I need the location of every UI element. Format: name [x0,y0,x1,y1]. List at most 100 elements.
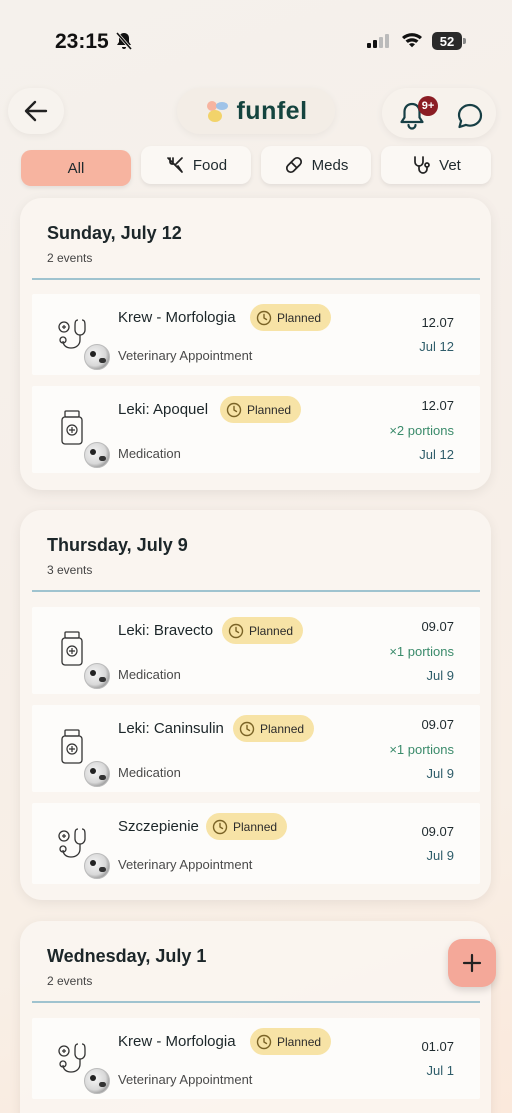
filter-chip-label: Food [192,156,228,174]
event-date: 12.07 [421,398,454,413]
notification-badge: 9+ [418,96,438,116]
event-row[interactable]: Krew - Morfologia Planned Veterinary App… [32,1018,480,1099]
event-title: Leki: Caninsulin [118,720,224,737]
logo-mark-icon [207,101,229,122]
event-type: Veterinary Appointment [118,857,253,872]
status-badge-label: Planned [249,623,294,638]
event-title: Krew - Morfologia [118,1033,236,1050]
arrow-left-icon [24,100,48,122]
logo-text: funfel [236,96,308,125]
day-section: Sunday, July 12 2 events Krew - Morfolog… [20,198,491,490]
filter-chip-meds[interactable]: Meds [261,146,371,184]
day-section: Wednesday, July 1 2 events Krew - Morfol… [20,921,491,1113]
add-event-button[interactable] [448,939,496,987]
event-date: 09.07 [421,619,454,634]
filter-chip-food[interactable]: Food [141,146,251,184]
event-date: 12.07 [421,315,454,330]
status-badge-label: Planned [277,310,322,325]
event-type: Medication [118,446,181,461]
pet-avatar [84,344,110,370]
day-event-count: 2 events [47,251,93,265]
event-date: 09.07 [421,717,454,732]
status-time: 23:15 [55,30,109,53]
day-divider [32,590,480,592]
clock-icon [239,721,255,736]
event-row[interactable]: Szczepienie Planned Veterinary Appointme… [32,803,480,884]
event-title: Leki: Bravecto [118,622,214,639]
event-portions: ×1 portions [389,644,454,659]
status-badge: Planned [206,813,288,840]
day-divider [32,278,480,280]
medicine-bottle-icon [61,410,83,445]
status-badge: Planned [250,304,332,331]
stethoscope-icon [58,319,86,349]
clock-icon [256,1034,272,1049]
clock-icon [226,402,242,417]
clock-icon [228,623,244,638]
fork-knife-icon [167,157,183,173]
app-logo: funfel [177,88,335,134]
signal-icon [367,34,389,48]
event-row[interactable]: Leki: Bravecto Planned Medication 09.07 … [32,607,480,694]
wifi-icon [402,33,422,48]
status-badge-label: Planned [247,402,292,417]
event-title: Krew - Morfologia [118,309,236,326]
clock-icon [256,310,272,325]
day-event-count: 2 events [47,974,93,988]
filter-chip-all[interactable]: All [21,150,131,186]
event-portions: ×2 portions [389,423,454,438]
pet-avatar [84,442,110,468]
event-title: Szczepienie [118,818,199,835]
day-event-count: 3 events [47,563,93,577]
medicine-bottle-icon [61,729,83,764]
event-row[interactable]: Leki: Apoquel Planned Medication 12.07 ×… [32,386,480,473]
status-badge: Planned [222,617,304,644]
event-type: Veterinary Appointment [118,348,253,363]
day-title: Wednesday, July 1 [47,946,207,966]
event-short-date: Jul 12 [419,447,454,462]
stethoscope-icon [414,156,431,174]
event-row[interactable]: Leki: Caninsulin Planned Medication 09.0… [32,705,480,792]
day-title: Sunday, July 12 [47,223,182,243]
header-actions: 9+ [382,88,496,138]
pet-avatar [84,663,110,689]
stethoscope-icon [58,828,86,858]
status-badge: Planned [233,715,315,742]
status-bar: 23:15 52 [0,0,512,80]
filter-chip-label: All [67,159,85,177]
notifications-button[interactable]: 9+ [398,96,438,135]
event-portions: ×1 portions [389,742,454,757]
pet-avatar [84,761,110,787]
status-badge-label: Planned [233,819,278,834]
event-short-date: Jul 12 [419,339,454,354]
event-title: Leki: Apoquel [118,401,209,418]
bell-off-icon [115,32,133,50]
status-badge-label: Planned [277,1034,322,1049]
event-short-date: Jul 9 [426,668,454,683]
back-button[interactable] [8,88,64,134]
filter-bar: All Food Meds Vet [0,146,512,188]
event-type: Medication [118,667,181,682]
event-row[interactable]: Krew - Morfologia Planned Veterinary App… [32,294,480,375]
battery-level: 52 [432,32,462,50]
day-title: Thursday, July 9 [47,535,188,555]
filter-chip-label: Vet [439,156,461,174]
filter-chip-vet[interactable]: Vet [381,146,491,184]
event-date: 01.07 [421,1039,454,1054]
status-badge: Planned [250,1028,332,1055]
stethoscope-icon [58,1043,86,1073]
day-section: Thursday, July 9 3 events Leki: Bravecto… [20,510,491,900]
chat-icon [457,103,483,129]
clock-icon [212,819,228,834]
app-header: funfel 9+ [0,86,512,138]
event-type: Medication [118,765,181,780]
pet-avatar [84,1068,110,1094]
event-short-date: Jul 9 [426,848,454,863]
filter-chip-label: Meds [311,156,349,174]
status-badge-label: Planned [260,721,305,736]
event-short-date: Jul 9 [426,766,454,781]
chat-button[interactable] [456,102,484,135]
event-type: Veterinary Appointment [118,1072,253,1087]
event-date: 09.07 [421,824,454,839]
medicine-bottle-icon [61,631,83,666]
